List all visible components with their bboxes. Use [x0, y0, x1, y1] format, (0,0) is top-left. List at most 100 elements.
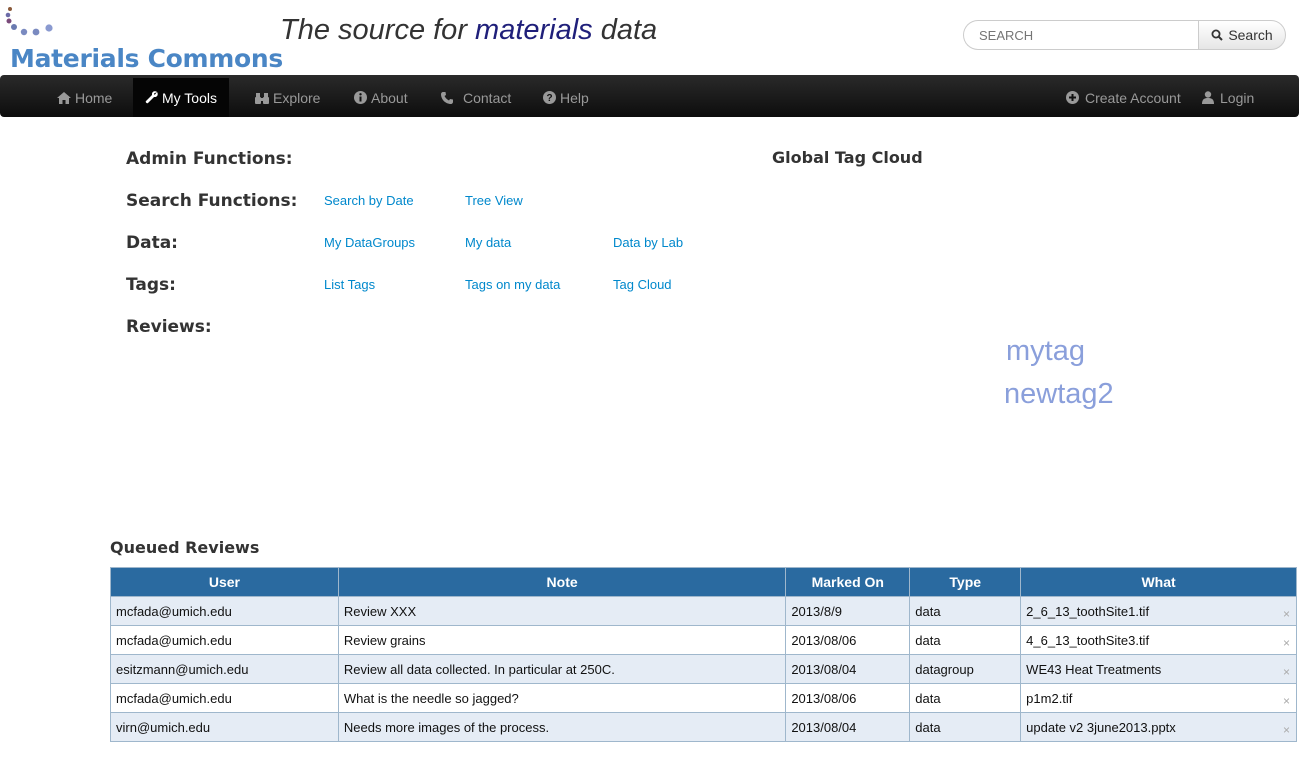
nav-home-label: Home — [75, 89, 113, 106]
cell-what-text[interactable]: p1m2.tif — [1026, 691, 1072, 706]
tagline-pre: The source for — [280, 14, 476, 46]
search-icon — [1211, 29, 1224, 41]
cell-user: mcfada@umich.edu — [110, 596, 339, 626]
cell-what-text[interactable]: update v2 3june2013.pptx — [1026, 720, 1176, 735]
nav-login[interactable]: Login — [1190, 78, 1266, 117]
nav-explore-label: Explore — [273, 89, 321, 106]
cell-marked-on: 2013/08/04 — [785, 654, 911, 684]
home-icon — [57, 91, 71, 104]
column-header-what[interactable]: What — [1020, 567, 1297, 597]
nav-create-account[interactable]: Create Account — [1054, 78, 1193, 117]
cell-note: Review XXX — [337, 596, 787, 626]
search-functions-heading: Search Functions: — [126, 191, 298, 211]
table-row[interactable]: mcfada@umich.edu Review XXX 2013/8/9 dat… — [110, 596, 1297, 626]
data-by-lab-link[interactable]: Data by Lab — [613, 235, 683, 250]
reviews-heading: Reviews: — [126, 317, 212, 337]
tagline-highlight: materials — [475, 14, 593, 46]
cell-what: p1m2.tif × — [1020, 683, 1297, 713]
nav-my-tools-label: My Tools — [162, 89, 217, 106]
logo-text: Materials Commons — [10, 44, 283, 73]
column-header-marked-on[interactable]: Marked On — [785, 567, 911, 597]
table-row[interactable]: virn@umich.edu Needs more images of the … — [110, 712, 1297, 742]
cell-what-text[interactable]: 2_6_13_toothSite1.tif — [1026, 604, 1149, 619]
list-tags-link[interactable]: List Tags — [324, 277, 375, 292]
cell-what: 4_6_13_toothSite3.tif × — [1020, 625, 1297, 655]
my-data-link[interactable]: My data — [465, 235, 511, 250]
cell-what: 2_6_13_toothSite1.tif × — [1020, 596, 1297, 626]
cell-type: data — [909, 596, 1022, 626]
my-datagroups-link[interactable]: My DataGroups — [324, 235, 415, 250]
column-header-note[interactable]: Note — [337, 567, 787, 597]
queued-reviews-title: Queued Reviews — [110, 538, 260, 557]
cell-note: Needs more images of the process. — [337, 712, 787, 742]
tag-cloud-item[interactable]: mytag — [1006, 335, 1085, 368]
remove-icon[interactable]: × — [1283, 694, 1290, 708]
table-row[interactable]: mcfada@umich.edu What is the needle so j… — [110, 683, 1297, 713]
cell-user: mcfada@umich.edu — [110, 683, 339, 713]
cell-type: datagroup — [909, 654, 1022, 684]
nav-create-account-label: Create Account — [1085, 89, 1181, 106]
question-icon: ? — [543, 91, 556, 104]
data-heading: Data: — [126, 233, 178, 253]
cell-marked-on: 2013/8/9 — [785, 596, 911, 626]
tag-cloud-item[interactable]: newtag2 — [1004, 378, 1114, 411]
table-header-row: User Note Marked On Type What — [110, 567, 1297, 597]
cell-type: data — [909, 712, 1022, 742]
nav-about[interactable]: About — [342, 78, 420, 117]
search-input[interactable] — [963, 20, 1199, 50]
cell-marked-on: 2013/08/06 — [785, 683, 911, 713]
table-row[interactable]: esitzmann@umich.edu Review all data coll… — [110, 654, 1297, 684]
tree-view-link[interactable]: Tree View — [465, 193, 523, 208]
cell-note: Review all data collected. In particular… — [337, 654, 787, 684]
remove-icon[interactable]: × — [1283, 636, 1290, 650]
table-row[interactable]: mcfada@umich.edu Review grains 2013/08/0… — [110, 625, 1297, 655]
tags-on-my-data-link[interactable]: Tags on my data — [465, 277, 560, 292]
binoculars-icon — [255, 92, 269, 104]
nav-contact-label: Contact — [463, 89, 512, 106]
logo-dots-icon — [5, 7, 53, 36]
search-by-date-link[interactable]: Search by Date — [324, 193, 414, 208]
nav-help-label: Help — [560, 89, 589, 106]
nav-my-tools[interactable]: My Tools — [133, 78, 229, 117]
search-button[interactable]: Search — [1198, 20, 1286, 50]
cell-user: mcfada@umich.edu — [110, 625, 339, 655]
column-header-type[interactable]: Type — [909, 567, 1022, 597]
global-tag-cloud-title: Global Tag Cloud — [772, 148, 923, 167]
cell-note: Review grains — [337, 625, 787, 655]
cell-marked-on: 2013/08/04 — [785, 712, 911, 742]
wrench-icon — [145, 91, 158, 104]
page-header: Materials Commons The source for materia… — [0, 0, 1299, 75]
search-button-label: Search — [1228, 27, 1273, 43]
cell-what-text[interactable]: 4_6_13_toothSite3.tif — [1026, 633, 1149, 648]
site-tagline: The source for materials data — [280, 14, 657, 47]
tag-cloud-link[interactable]: Tag Cloud — [613, 277, 672, 292]
info-icon — [354, 91, 367, 104]
svg-text:?: ? — [546, 93, 552, 104]
cell-type: data — [909, 683, 1022, 713]
cell-what: WE43 Heat Treatments × — [1020, 654, 1297, 684]
materials-commons-logo[interactable]: Materials Commons — [4, 4, 283, 73]
tags-heading: Tags: — [126, 275, 176, 295]
tagline-post: data — [592, 14, 658, 46]
cell-user: virn@umich.edu — [110, 712, 339, 742]
nav-contact[interactable]: Contact — [429, 78, 523, 117]
nav-explore[interactable]: Explore — [243, 78, 332, 117]
user-icon — [1202, 91, 1214, 104]
cell-what-text[interactable]: WE43 Heat Treatments — [1026, 662, 1161, 677]
plus-circle-icon — [1066, 91, 1079, 104]
cell-user: esitzmann@umich.edu — [110, 654, 339, 684]
cell-type: data — [909, 625, 1022, 655]
nav-help[interactable]: ? Help — [531, 78, 601, 117]
admin-functions-heading: Admin Functions: — [126, 149, 293, 169]
column-header-user[interactable]: User — [110, 567, 339, 597]
queued-reviews-table: User Note Marked On Type What mcfada@umi… — [110, 567, 1297, 742]
nav-login-label: Login — [1220, 89, 1255, 106]
cell-note: What is the needle so jagged? — [337, 683, 787, 713]
remove-icon[interactable]: × — [1283, 723, 1290, 737]
cell-what: update v2 3june2013.pptx × — [1020, 712, 1297, 742]
remove-icon[interactable]: × — [1283, 607, 1290, 621]
remove-icon[interactable]: × — [1283, 665, 1290, 679]
cell-marked-on: 2013/08/06 — [785, 625, 911, 655]
nav-home[interactable]: Home — [45, 78, 124, 117]
main-navbar: Home My Tools Explore About Contact ? He… — [0, 75, 1299, 117]
